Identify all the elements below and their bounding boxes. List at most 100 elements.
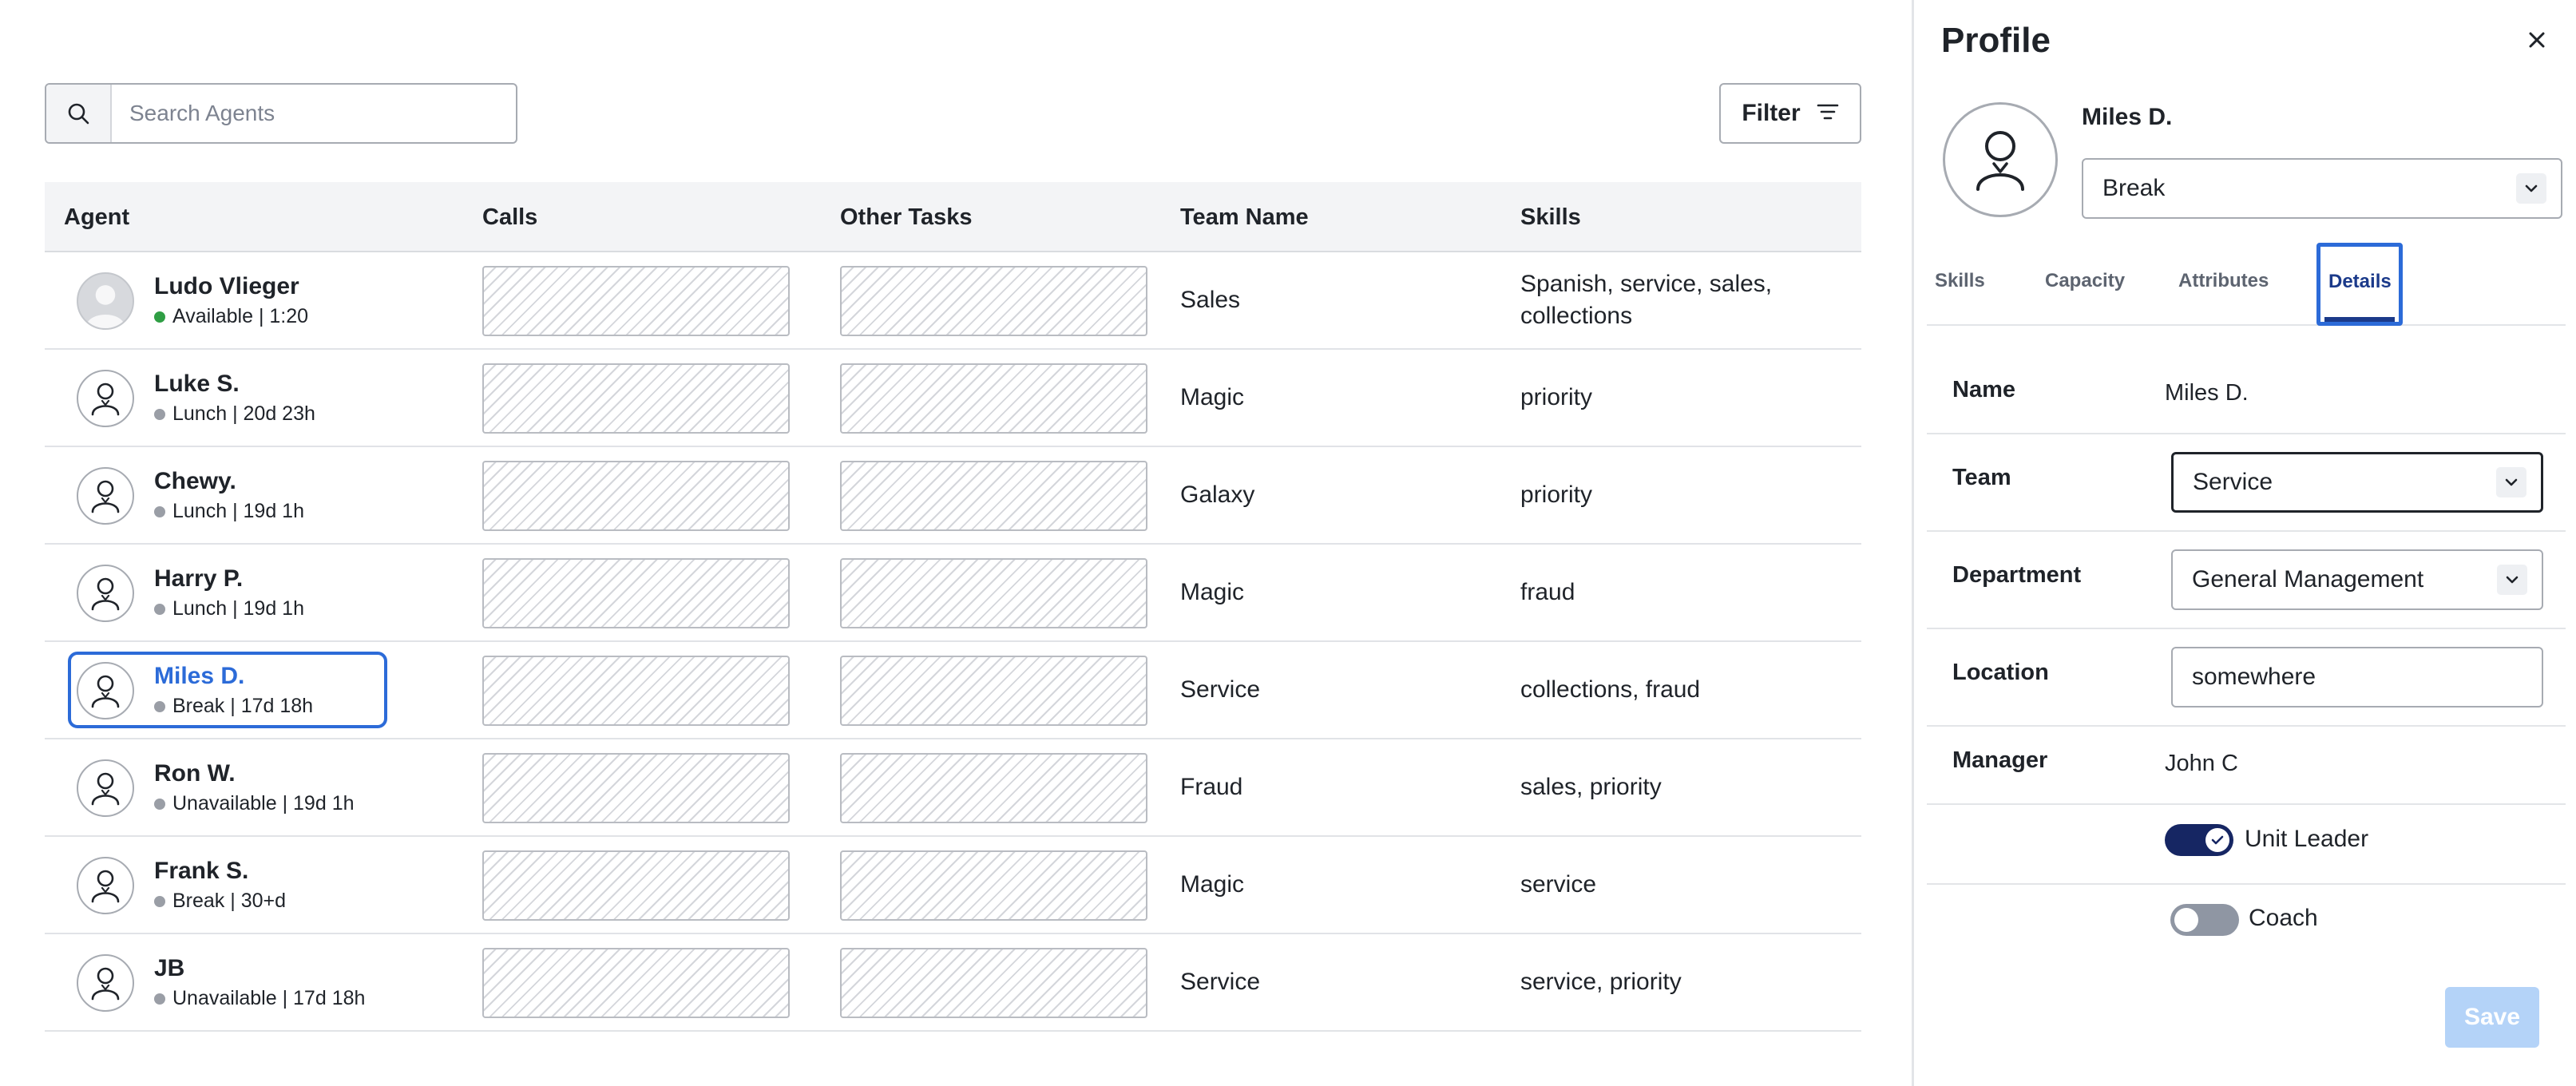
- coach-toggle[interactable]: [2170, 904, 2239, 936]
- close-icon[interactable]: [2519, 22, 2554, 57]
- agent-status: Available | 1:20: [154, 305, 308, 328]
- search-input[interactable]: [112, 85, 516, 142]
- calls-placeholder: [482, 266, 790, 336]
- agent-status: Break | 30+d: [154, 890, 286, 913]
- team-select-value: Service: [2193, 469, 2273, 495]
- status-dot-icon: [154, 505, 165, 517]
- check-icon: [2205, 828, 2229, 852]
- table-row[interactable]: Ron W. Unavailable | 19d 1h Fraud sales, pr…: [45, 739, 1861, 837]
- calls-placeholder: [482, 948, 790, 1018]
- detail-row-unit-leader: Unit Leader: [1927, 805, 2566, 885]
- tab-details[interactable]: Details: [2328, 271, 2392, 293]
- table-row[interactable]: Miles D. Break | 17d 18h Service collection…: [45, 642, 1861, 739]
- team-name-cell: Magic: [1180, 871, 1245, 898]
- agent-name[interactable]: Ludo Vlieger: [154, 273, 299, 300]
- location-input[interactable]: somewhere: [2171, 647, 2543, 707]
- agent-status: Unavailable | 17d 18h: [154, 987, 365, 1010]
- panel-title: Profile: [1941, 21, 2051, 60]
- table-row[interactable]: Luke S. Lunch | 20d 23h Magic priority: [45, 350, 1861, 447]
- calls-placeholder: [482, 558, 790, 628]
- calls-placeholder: [482, 363, 790, 434]
- skills-text: collections, fraud: [1520, 676, 1701, 703]
- skills-text: service: [1520, 871, 1597, 898]
- status-text: Lunch: [172, 500, 228, 522]
- skills-cell: sales, priority: [1520, 739, 1662, 835]
- calls-placeholder: [482, 461, 790, 531]
- calls-placeholder: [482, 753, 790, 823]
- filter-button[interactable]: Filter: [1719, 83, 1861, 144]
- status-dot-icon: [154, 895, 165, 907]
- profile-name: Miles D.: [2082, 104, 2173, 130]
- status-text: Unavailable: [172, 987, 277, 1009]
- column-header-skills[interactable]: Skills: [1520, 182, 1581, 252]
- other-tasks-placeholder: [840, 266, 1147, 336]
- agent-name[interactable]: Miles D.: [154, 663, 244, 690]
- table-row[interactable]: Frank S. Break | 30+d Magic service: [45, 837, 1861, 934]
- agent-status: Lunch | 20d 23h: [154, 402, 315, 426]
- unit-leader-toggle[interactable]: [2165, 824, 2233, 856]
- calls-placeholder: [482, 656, 790, 726]
- agent-status: Break | 17d 18h: [154, 695, 313, 718]
- profile-tabs: Skills Capacity Attributes Details: [1927, 240, 2566, 326]
- skills-text: priority: [1520, 384, 1593, 410]
- manager-label: Manager: [1952, 747, 2048, 773]
- team-name-cell: Magic: [1180, 579, 1245, 605]
- save-button[interactable]: Save: [2445, 987, 2539, 1048]
- tab-attributes[interactable]: Attributes: [2178, 270, 2269, 292]
- team-name-cell: Galaxy: [1180, 482, 1255, 508]
- status-dot-icon: [154, 700, 165, 712]
- status-text: Lunch: [172, 402, 228, 425]
- table-row[interactable]: JB Unavailable | 17d 18h Service service, p…: [45, 934, 1861, 1032]
- status-separator: |: [224, 890, 241, 912]
- agent-status: Unavailable | 19d 1h: [154, 792, 355, 815]
- column-header-agent[interactable]: Agent: [64, 182, 129, 252]
- agent-status: Lunch | 19d 1h: [154, 500, 304, 523]
- other-tasks-placeholder: [840, 461, 1147, 531]
- name-label: Name: [1952, 377, 2015, 402]
- table-row[interactable]: Chewy. Lunch | 19d 1h Galaxy priority: [45, 447, 1861, 545]
- tab-capacity[interactable]: Capacity: [2045, 270, 2125, 292]
- column-header-other-tasks[interactable]: Other Tasks: [840, 182, 972, 252]
- status-separator: |: [276, 987, 294, 1009]
- table-row[interactable]: Harry P. Lunch | 19d 1h Magic fraud: [45, 545, 1861, 642]
- other-tasks-placeholder: [840, 948, 1147, 1018]
- skills-cell: service, priority: [1520, 934, 1682, 1030]
- column-header-calls[interactable]: Calls: [482, 182, 537, 252]
- chevron-down-icon: [2516, 173, 2546, 204]
- tab-details-focus-ring[interactable]: Details: [2316, 243, 2403, 326]
- tab-skills[interactable]: Skills: [1935, 270, 1985, 292]
- agent-name[interactable]: Frank S.: [154, 858, 248, 885]
- user-icon: [77, 857, 134, 914]
- status-separator: |: [227, 597, 244, 620]
- agent-name[interactable]: Luke S.: [154, 371, 240, 398]
- column-header-team-name[interactable]: Team Name: [1180, 182, 1309, 252]
- other-tasks-placeholder: [840, 558, 1147, 628]
- table-header: Agent Calls Other Tasks Team Name Skills: [45, 182, 1861, 252]
- agent-name[interactable]: JB: [154, 955, 184, 982]
- status-select-value: Break: [2102, 175, 2166, 201]
- location-input-value: somewhere: [2192, 664, 2316, 690]
- agent-name[interactable]: Harry P.: [154, 565, 243, 593]
- other-tasks-placeholder: [840, 363, 1147, 434]
- profile-panel: Profile Miles D. Break Skills Capacity A…: [1912, 0, 2576, 1086]
- other-tasks-placeholder: [840, 656, 1147, 726]
- department-select[interactable]: General Management: [2171, 549, 2543, 610]
- agent-status: Lunch | 19d 1h: [154, 597, 304, 620]
- skills-cell: service: [1520, 837, 1596, 933]
- manager-value: John C: [2165, 751, 2238, 776]
- active-tab-indicator: [2324, 317, 2395, 322]
- team-name-cell: Fraud: [1180, 774, 1243, 800]
- status-separator: |: [227, 500, 244, 522]
- user-icon: [77, 565, 134, 622]
- status-dot-icon: [154, 603, 165, 615]
- team-select[interactable]: Service: [2171, 452, 2543, 513]
- agent-name[interactable]: Ron W.: [154, 760, 236, 787]
- user-icon: [77, 370, 134, 427]
- status-separator: |: [224, 695, 241, 717]
- status-select[interactable]: Break: [2082, 158, 2562, 219]
- table-row[interactable]: Ludo Vlieger Available | 1:20 Sales Spanish…: [45, 252, 1861, 350]
- agent-name[interactable]: Chewy.: [154, 468, 236, 495]
- skills-text-line2: collections: [1520, 303, 1633, 329]
- skills-text: priority: [1520, 482, 1593, 508]
- skills-text: Spanish, service, sales,: [1520, 271, 1773, 297]
